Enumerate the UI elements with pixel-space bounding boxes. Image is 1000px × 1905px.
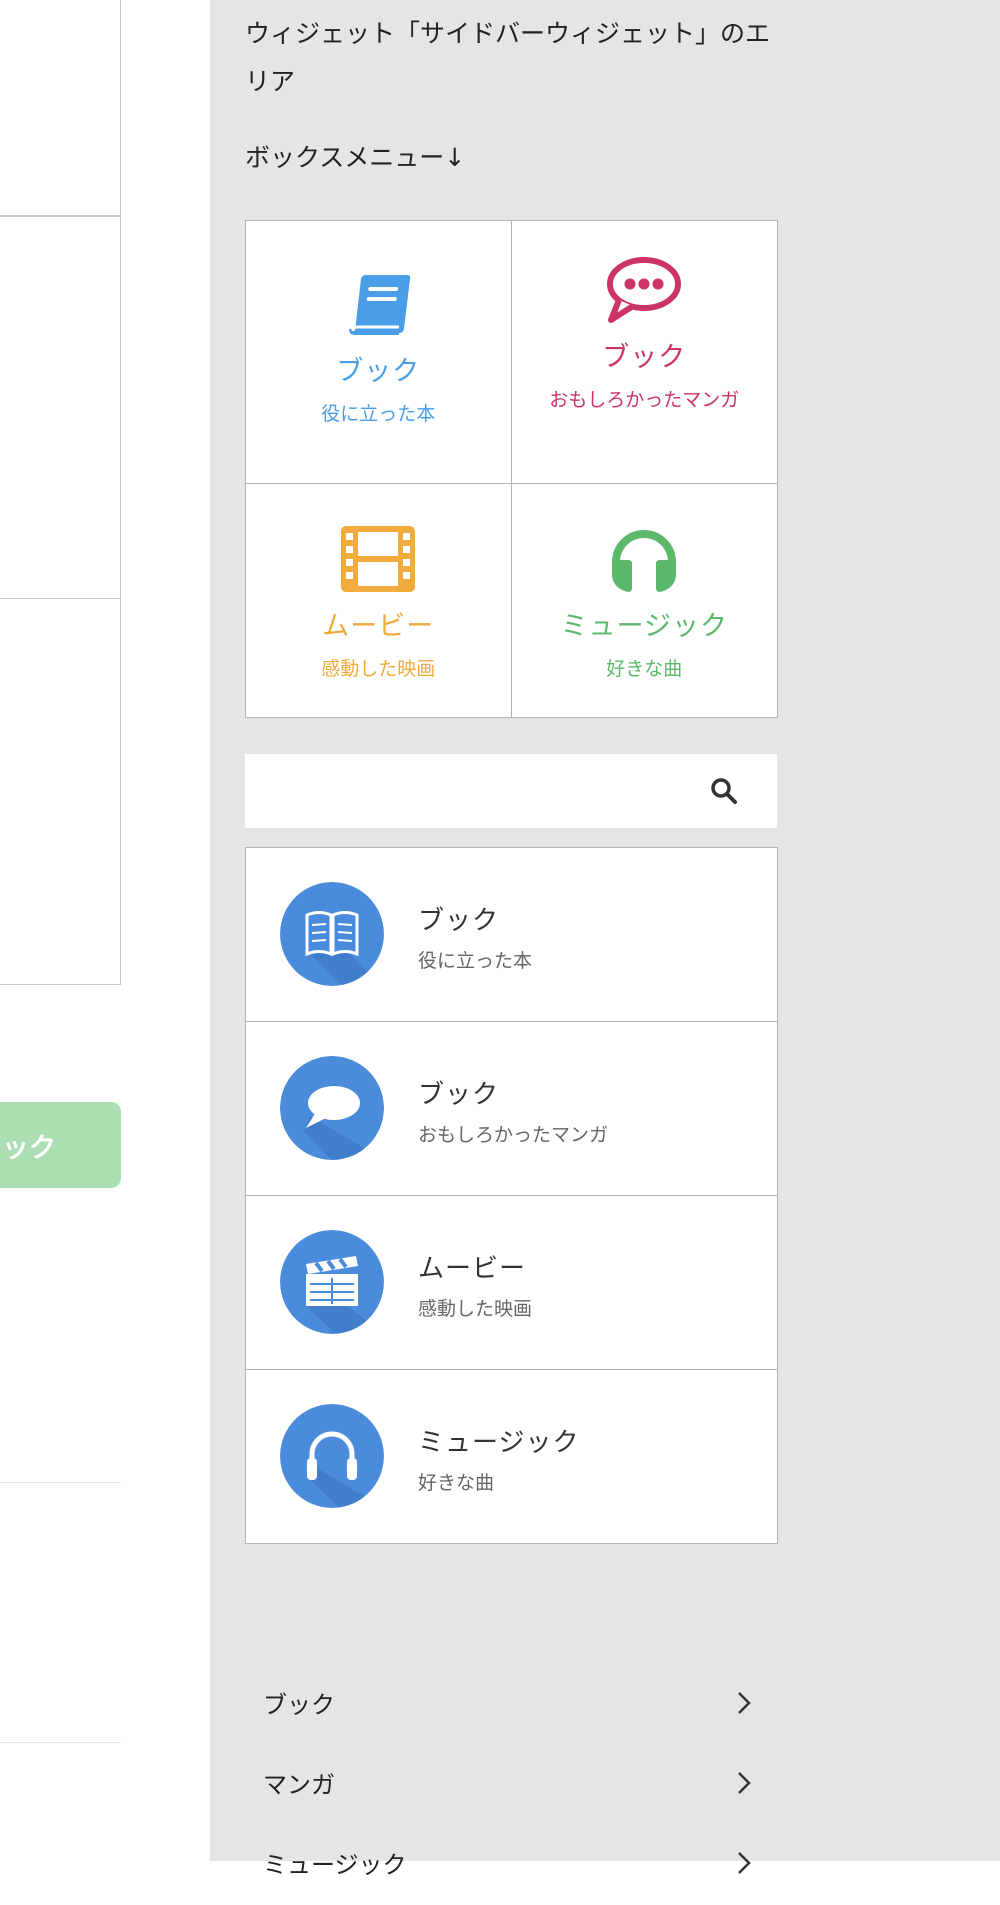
- book-icon: [341, 267, 415, 341]
- list-item-subtitle: 好きな曲: [418, 1472, 495, 1494]
- list-item-subtitle: 感動した映画: [418, 1298, 533, 1320]
- open-book-icon: [280, 882, 384, 986]
- headphones-icon: [280, 1404, 384, 1508]
- category-label: ミュージック: [263, 1851, 407, 1879]
- list-menu: ブック 役に立った本 ブック おもしろかったマンガ ムービー 感動した映画 ミュ…: [245, 847, 778, 1544]
- chevron-right-icon: [738, 1852, 751, 1874]
- category-item-manga[interactable]: マンガ: [245, 1745, 778, 1825]
- box-menu-title: ブック: [336, 356, 421, 387]
- chevron-right-icon: [738, 1772, 751, 1794]
- sidebar: ウィジェット「サイドバーウィジェット」のエリア ボックスメニュー↓ ブック 役に…: [210, 0, 1000, 1879]
- content-card: [0, 216, 121, 600]
- search-icon[interactable]: [709, 776, 739, 806]
- content-card: [0, 0, 121, 216]
- chevron-right-icon: [738, 1692, 751, 1714]
- box-menu-subtitle: おもしろかったマンガ: [549, 389, 740, 411]
- widget-title: ウィジェット「サイドバーウィジェット」のエリア: [245, 19, 771, 96]
- box-menu-title: ムービー: [322, 611, 435, 642]
- category-item-music[interactable]: ミュージック: [245, 1825, 778, 1905]
- box-menu-subtitle: 感動した映画: [321, 658, 436, 680]
- chat-bubble-icon: [280, 1056, 384, 1160]
- list-item-manga[interactable]: ブック おもしろかったマンガ: [246, 1022, 777, 1196]
- speech-bubble-icon: [605, 253, 683, 327]
- list-item-title: ブック: [418, 1080, 500, 1110]
- list-item-title: ムービー: [418, 1254, 527, 1284]
- headphones-icon: [606, 522, 682, 596]
- box-menu: ブック 役に立った本 ブック おもしろかったマンガ ムービー 感動した映画 ミュ…: [245, 220, 778, 718]
- category-label: マンガ: [263, 1771, 335, 1799]
- box-menu-item-music[interactable]: ミュージック 好きな曲: [512, 484, 778, 717]
- box-menu-label: ボックスメニュー↓: [245, 143, 466, 172]
- list-item-title: ブック: [418, 906, 500, 936]
- category-list: ブック マンガ ミュージック: [245, 1665, 778, 1905]
- content-card: [0, 598, 121, 985]
- list-item-book[interactable]: ブック 役に立った本: [246, 848, 777, 1022]
- film-icon: [338, 522, 418, 596]
- list-item-movie[interactable]: ムービー 感動した映画: [246, 1196, 777, 1370]
- box-menu-subtitle: 役に立った本: [321, 403, 436, 425]
- category-item-book[interactable]: ブック: [245, 1665, 778, 1745]
- category-label: ブック: [263, 1691, 335, 1719]
- box-menu-item-book[interactable]: ブック 役に立った本: [246, 221, 512, 484]
- clapperboard-icon: [280, 1230, 384, 1334]
- content-button[interactable]: ック: [0, 1102, 121, 1188]
- search-input[interactable]: [245, 754, 777, 828]
- box-menu-title: ブック: [602, 342, 687, 373]
- divider: [0, 1482, 121, 1483]
- box-menu-subtitle: 好きな曲: [606, 658, 683, 680]
- content-button-label: ック: [2, 1132, 56, 1164]
- box-menu-title: ミュージック: [560, 611, 728, 642]
- box-menu-item-manga[interactable]: ブック おもしろかったマンガ: [511, 221, 777, 484]
- main-content-column: ック: [0, 0, 210, 1861]
- box-menu-item-movie[interactable]: ムービー 感動した映画: [246, 484, 512, 717]
- list-item-title: ミュージック: [418, 1428, 580, 1458]
- list-item-music[interactable]: ミュージック 好きな曲: [246, 1370, 777, 1544]
- list-item-subtitle: おもしろかったマンガ: [418, 1124, 609, 1146]
- divider: [0, 1742, 121, 1743]
- list-item-subtitle: 役に立った本: [418, 950, 533, 972]
